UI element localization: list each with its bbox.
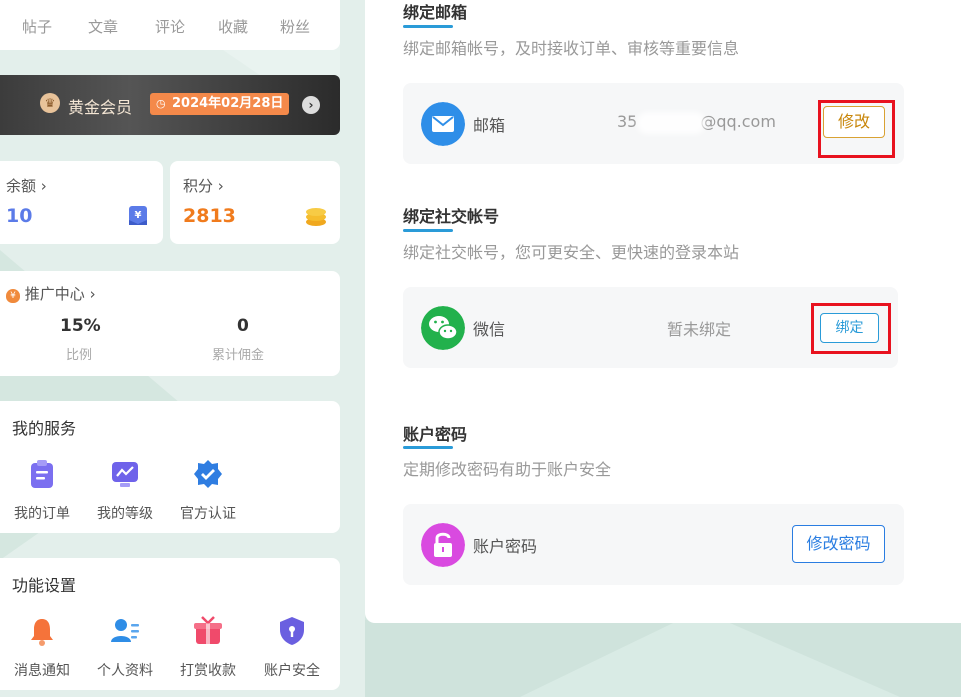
social-section-desc: 绑定社交帐号，您可更安全、更快速的登录本站 [403, 243, 740, 262]
my-services-card: 我的服务 我的订单 我的等级 官方认证 [0, 401, 340, 533]
account-binding-panel: 绑定邮箱 绑定邮箱帐号，及时接收订单、审核等重要信息 邮箱 35 @qq.com … [365, 0, 961, 623]
chevron-right-icon[interactable]: › [302, 96, 320, 114]
my-orders-label: 我的订单 [14, 506, 70, 522]
my-level-button[interactable]: 我的等级 [85, 459, 165, 523]
points-label: 积分 › [183, 177, 224, 195]
unlock-icon [421, 523, 465, 567]
profile-tabs: 帖子 文章 评论 收藏 粉丝 [0, 0, 340, 50]
message-notification-label: 消息通知 [14, 663, 70, 679]
points-card[interactable]: 积分 › 2813 [170, 161, 340, 244]
total-commission: 0 [237, 316, 249, 336]
commission-ratio-label: 比例 [66, 348, 93, 363]
bell-icon [31, 619, 53, 646]
account-security-button[interactable]: 账户安全 [252, 616, 332, 680]
social-section-title: 绑定社交帐号 [403, 207, 500, 226]
password-section-desc: 定期修改密码有助于账户安全 [403, 460, 612, 479]
change-password-button[interactable]: 修改密码 [792, 525, 885, 563]
promotion-center-card: ¥ 推广中心 › 15% 比例 0 累计佣金 [0, 271, 340, 376]
money-bag-icon: ¥ [6, 289, 20, 303]
password-row: 账户密码 修改密码 [403, 504, 904, 585]
settings-title: 功能设置 [12, 576, 77, 595]
chart-icon [112, 462, 138, 487]
vip-level: 黄金会员 [68, 98, 133, 117]
tab-comments[interactable]: 评论 [155, 16, 185, 37]
email-section-desc: 绑定邮箱帐号，及时接收订单、审核等重要信息 [403, 39, 740, 58]
email-icon [421, 102, 465, 146]
email-section-title: 绑定邮箱 [403, 3, 468, 22]
clipboard-icon [31, 460, 53, 488]
personal-profile-button[interactable]: 个人资料 [85, 616, 165, 680]
shield-icon [280, 617, 304, 645]
wechat-label: 微信 [473, 320, 506, 339]
balance-value: 10 [6, 205, 33, 227]
tip-payment-button[interactable]: 打赏收款 [168, 616, 248, 680]
section-underline [403, 446, 453, 449]
promotion-center-link[interactable]: ¥ 推广中心 › [6, 283, 96, 304]
section-underline [403, 229, 453, 232]
services-title: 我的服务 [12, 419, 77, 438]
points-value: 2813 [183, 205, 236, 227]
function-settings-card: 功能设置 消息通知 个人资料 打赏收款 账户安全 [0, 558, 340, 690]
official-verification-button[interactable]: 官方认证 [168, 459, 248, 523]
password-section-title: 账户密码 [403, 425, 468, 444]
wechat-icon [421, 306, 465, 350]
user-card-icon [111, 619, 139, 642]
email-label: 邮箱 [473, 116, 506, 135]
coins-icon [306, 208, 326, 226]
vip-expiry-date: 2024年02月28日 [150, 93, 290, 115]
balance-label: 余额 › [6, 177, 47, 195]
wechat-row: 微信 暂未绑定 绑定 [403, 287, 898, 368]
svg-text:¥: ¥ [135, 210, 142, 221]
tab-articles[interactable]: 文章 [88, 16, 118, 37]
verified-icon [194, 460, 222, 488]
email-row: 邮箱 35 @qq.com 修改 [403, 83, 904, 164]
highlight-box [811, 303, 891, 354]
my-level-label: 我的等级 [97, 506, 153, 522]
yen-card-icon: ¥ [129, 206, 147, 225]
account-security-label: 账户安全 [264, 663, 320, 679]
tab-posts[interactable]: 帖子 [22, 16, 52, 37]
official-verification-label: 官方认证 [180, 506, 236, 522]
my-orders-button[interactable]: 我的订单 [2, 459, 82, 523]
highlight-box [818, 100, 895, 158]
password-label: 账户密码 [473, 537, 538, 556]
section-underline [403, 25, 453, 28]
wechat-status: 暂未绑定 [667, 320, 732, 339]
total-commission-label: 累计佣金 [212, 348, 265, 363]
gift-icon [194, 616, 222, 644]
message-notification-button[interactable]: 消息通知 [2, 616, 82, 680]
crown-icon: ♛ [40, 93, 60, 113]
tab-fans[interactable]: 粉丝 [280, 16, 310, 37]
vip-banner[interactable]: ♛ 黄金会员 2024年02月28日 › [0, 75, 340, 135]
tab-favorites[interactable]: 收藏 [218, 16, 248, 37]
tip-payment-label: 打赏收款 [180, 663, 236, 679]
commission-ratio: 15% [60, 316, 101, 336]
redaction-blur [637, 112, 705, 134]
balance-card[interactable]: 余额 › 10 ¥ [0, 161, 163, 244]
personal-profile-label: 个人资料 [97, 663, 153, 679]
